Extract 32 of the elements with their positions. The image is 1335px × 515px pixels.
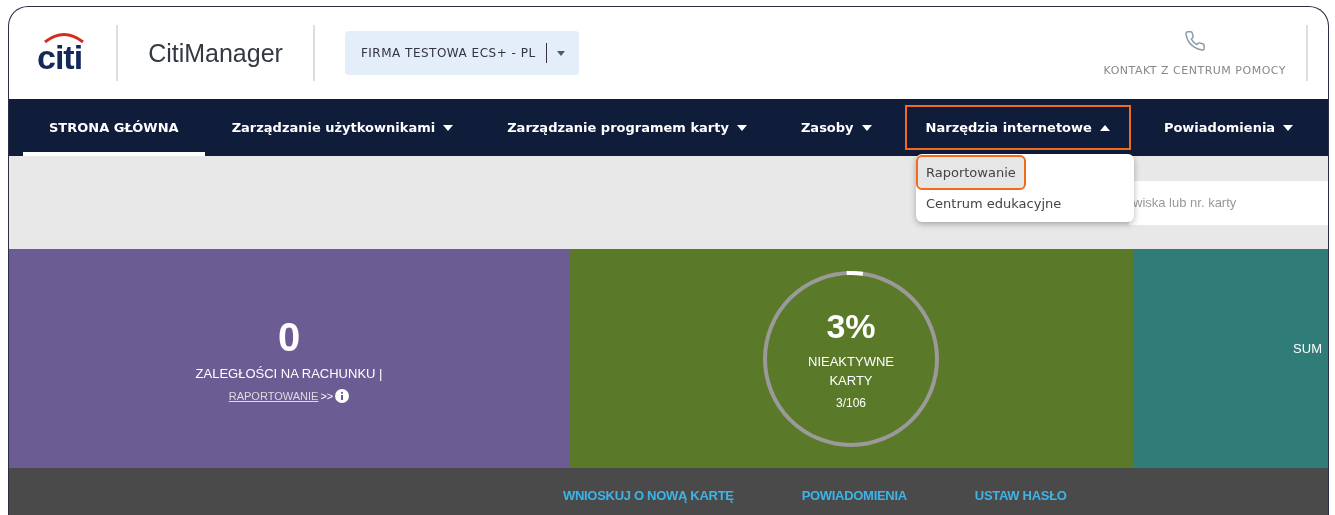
stat-value: 3%	[826, 307, 876, 346]
caret-up-icon	[1099, 124, 1110, 131]
caret-down-icon	[736, 124, 747, 131]
nav-tab[interactable]: Zarządzanie programem karty	[480, 99, 774, 156]
stat-value: 0	[277, 314, 301, 360]
caret-down-icon	[443, 124, 454, 131]
search-field[interactable]: wiska lub nr. karty	[1129, 180, 1328, 225]
footer-link[interactable]: POWIADOMIENIA	[801, 488, 907, 503]
help-link[interactable]: KONTAKT Z CENTRUM POMOCY	[1103, 29, 1286, 77]
stat-label: SUM	[1293, 341, 1322, 356]
progress-fill	[846, 270, 864, 276]
info-icon	[335, 388, 350, 403]
link-arrows: >>	[320, 389, 334, 402]
nav-tab[interactable]: Zasoby	[773, 99, 899, 156]
citi-logo: citi	[35, 29, 87, 77]
menu-item[interactable]: Raportowanie	[918, 157, 1024, 188]
stat-label: KARTY	[829, 373, 873, 388]
company-selector[interactable]: FIRMA TESTOWA ECS+ - PL	[344, 31, 580, 75]
stat-label: ZALEGŁOŚCI NA RACHUNKU |	[195, 365, 383, 381]
nav-tab[interactable]: Zarządzanie użytkownikami	[204, 99, 481, 156]
nav-tab[interactable]: Powiadomienia	[1136, 99, 1321, 156]
app-title: CitiManager	[148, 38, 283, 68]
stat-label: NIEAKTYWNE	[808, 354, 894, 369]
phone-icon	[1183, 29, 1206, 52]
footer-link[interactable]: WNIOSKUJ O NOWĄ KARTĘ	[563, 488, 734, 503]
caret-down-icon	[861, 124, 872, 131]
caret-down-icon	[1283, 124, 1294, 131]
caret-down-icon	[557, 50, 566, 56]
report-link[interactable]: RAPORTOWANIE	[228, 389, 319, 402]
footer-link[interactable]: USTAW HASŁO	[974, 488, 1067, 503]
stat-detail: 3/106	[836, 396, 866, 410]
nav-tab[interactable]: Narzędzia internetowe	[898, 99, 1137, 156]
